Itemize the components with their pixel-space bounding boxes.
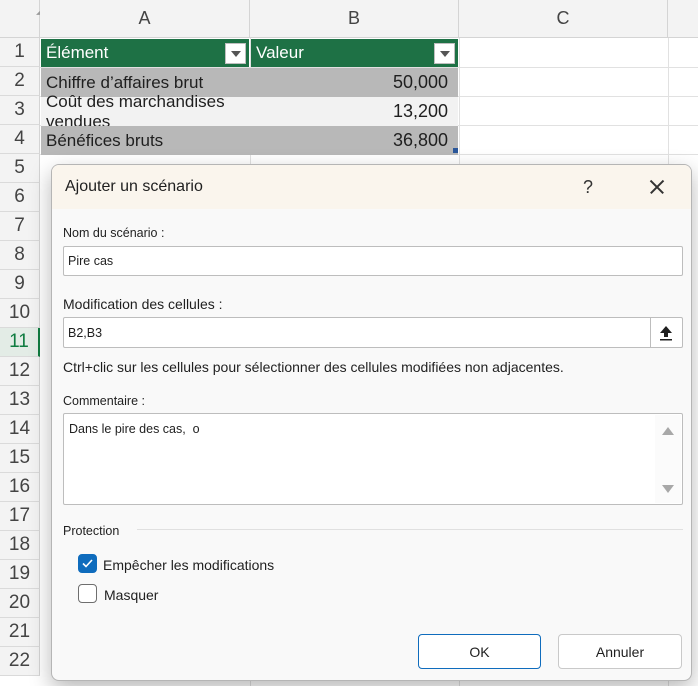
add-scenario-dialog: Ajouter un scénario ? Nom du scénario : … <box>51 164 692 681</box>
column-header-c[interactable]: C <box>459 0 668 38</box>
row-header-4[interactable]: 4 <box>0 125 40 154</box>
changing-cells-input[interactable] <box>63 317 683 348</box>
hide-checkbox[interactable] <box>78 584 97 603</box>
row-header-6[interactable]: 6 <box>0 183 40 212</box>
row-header-21[interactable]: 21 <box>0 618 40 647</box>
table-cell[interactable]: Coût des marchandises vendues <box>41 92 250 131</box>
changing-cells-label: Modification des cellules : <box>63 296 223 312</box>
prevent-changes-label[interactable]: Empêcher les modifications <box>103 557 274 573</box>
column-header-filler <box>668 0 698 38</box>
protection-divider <box>137 529 683 530</box>
prevent-changes-checkbox[interactable] <box>78 554 97 573</box>
row-header-2[interactable]: 2 <box>0 67 40 96</box>
scenario-name-label: Nom du scénario : <box>63 226 165 240</box>
protection-label: Protection <box>63 524 120 538</box>
comment-text: Dans le pire des cas, o <box>69 422 200 436</box>
table-header-label: Valeur <box>256 43 304 62</box>
close-icon[interactable] <box>642 173 672 201</box>
row-header-10[interactable]: 10 <box>0 299 40 328</box>
cancel-button[interactable]: Annuler <box>558 634 682 669</box>
scenario-name-input[interactable] <box>63 246 683 276</box>
table-cell[interactable]: 50,000 <box>250 68 458 97</box>
table-header-label: Élément <box>46 43 109 62</box>
scroll-down-icon[interactable] <box>662 485 674 493</box>
scroll-up-icon[interactable] <box>662 427 674 435</box>
checkmark-icon <box>82 559 93 568</box>
select-all-corner[interactable]: ◢ <box>0 0 41 38</box>
row-header-19[interactable]: 19 <box>0 560 40 589</box>
ok-button[interactable]: OK <box>418 634 541 669</box>
help-icon[interactable]: ? <box>574 173 602 201</box>
table-cell[interactable]: 36,800 <box>250 126 458 155</box>
row-header-22[interactable]: 22 <box>0 647 40 676</box>
column-header-a[interactable]: A <box>40 0 250 38</box>
row-header-17[interactable]: 17 <box>0 502 40 531</box>
table-cell[interactable]: Bénéfices bruts <box>41 126 250 155</box>
row-header-5[interactable]: 5 <box>0 154 40 183</box>
row-header-15[interactable]: 15 <box>0 444 40 473</box>
comment-label: Commentaire : <box>63 394 145 408</box>
filter-dropdown-icon[interactable] <box>225 43 246 64</box>
row-header-8[interactable]: 8 <box>0 241 40 270</box>
row-header-1[interactable]: 1 <box>0 38 40 67</box>
row-header-16[interactable]: 16 <box>0 473 40 502</box>
comment-scrollbar[interactable] <box>655 415 681 503</box>
row-header-9[interactable]: 9 <box>0 270 40 299</box>
table-resize-handle[interactable] <box>453 148 458 153</box>
collapse-dialog-icon[interactable] <box>650 318 681 347</box>
table-cell[interactable]: 13,200 <box>250 97 458 126</box>
multi-select-hint: Ctrl+clic sur les cellules pour sélectio… <box>63 359 564 375</box>
table-header-element[interactable]: Élément <box>41 39 249 67</box>
row-header-18[interactable]: 18 <box>0 531 40 560</box>
row-header-3[interactable]: 3 <box>0 96 40 125</box>
column-header-b[interactable]: B <box>250 0 459 38</box>
row-header-12[interactable]: 12 <box>0 357 40 386</box>
row-header-11[interactable]: 11 <box>0 328 40 357</box>
filter-dropdown-icon[interactable] <box>434 43 455 64</box>
row-header-20[interactable]: 20 <box>0 589 40 618</box>
table-header-valeur[interactable]: Valeur <box>251 39 458 67</box>
row-header-14[interactable]: 14 <box>0 415 40 444</box>
row-header-13[interactable]: 13 <box>0 386 40 415</box>
dialog-title: Ajouter un scénario <box>65 178 203 195</box>
row-header-7[interactable]: 7 <box>0 212 40 241</box>
comment-textarea[interactable]: Dans le pire des cas, o <box>63 413 683 505</box>
hide-label[interactable]: Masquer <box>104 587 158 603</box>
